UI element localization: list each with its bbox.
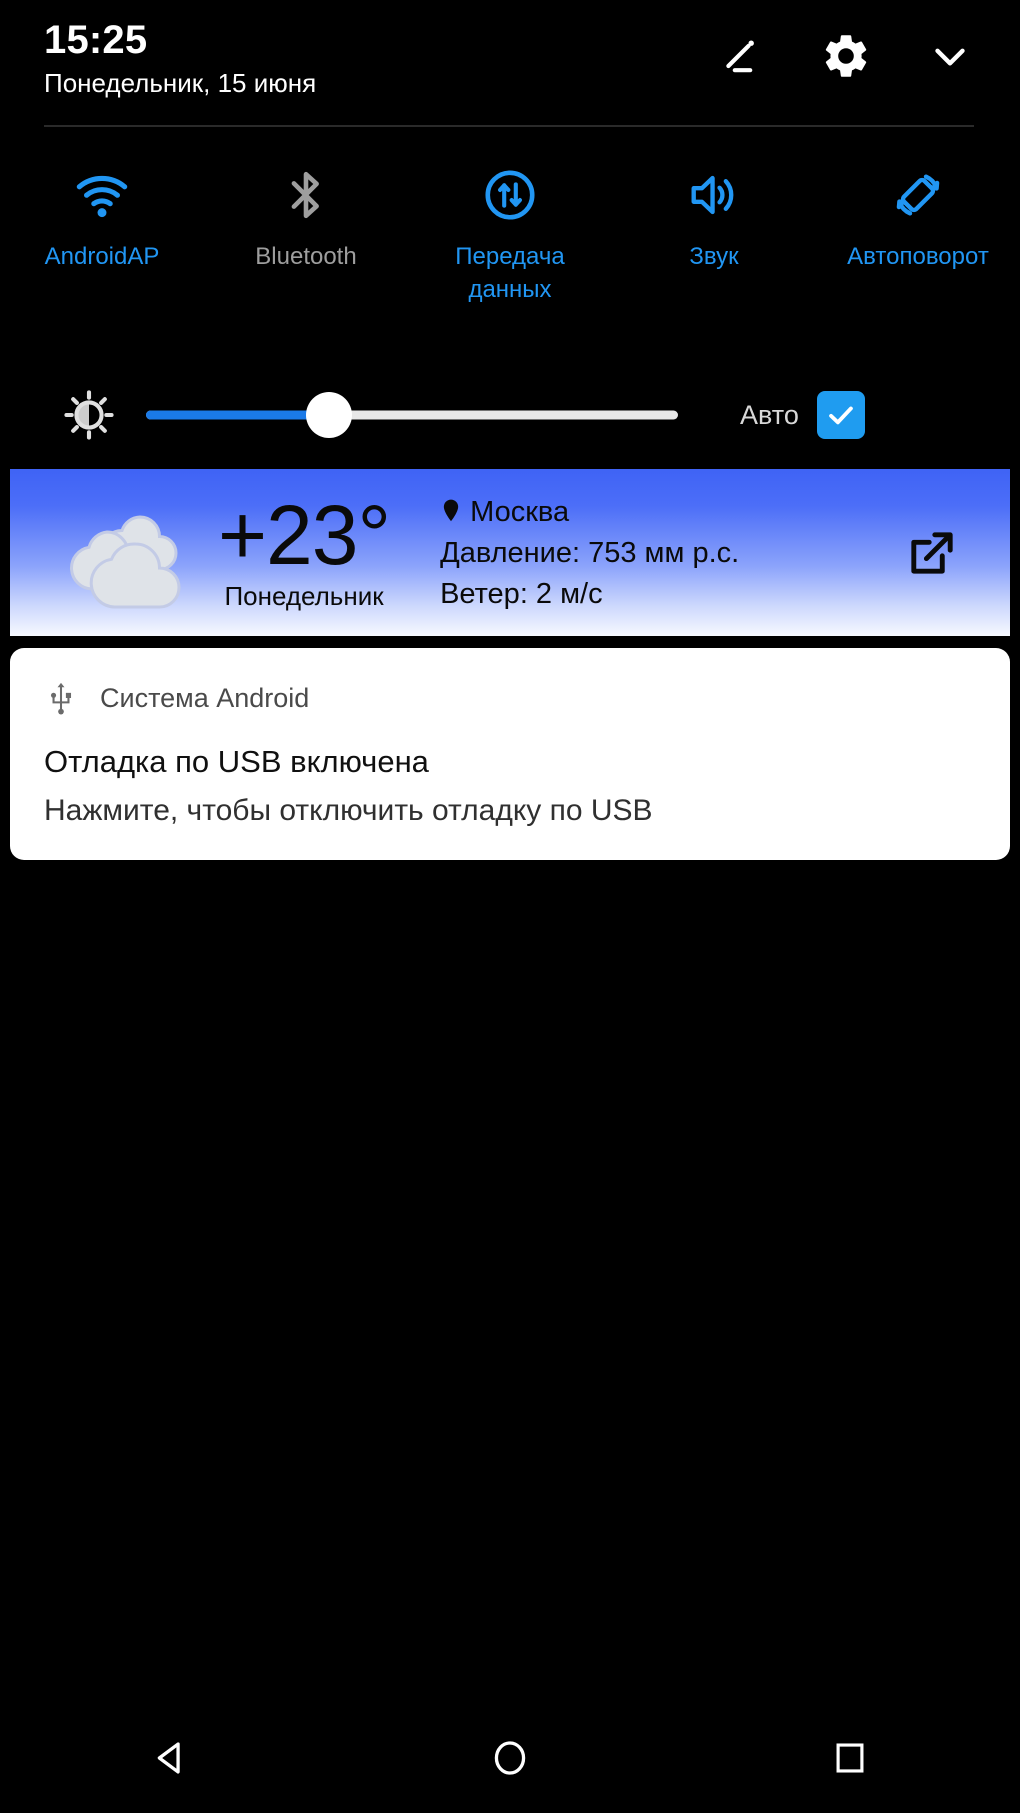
quick-tile-label: Передача данных (455, 243, 565, 303)
auto-rotate-icon (887, 164, 949, 226)
data-transfer-icon (479, 164, 541, 226)
quick-tile-wifi[interactable]: AndroidAP (0, 150, 204, 306)
weather-temperature-block: +23° Понедельник (218, 487, 391, 613)
checkmark-icon (829, 406, 853, 425)
header-actions (716, 0, 976, 82)
quick-tile-label: Bluetooth (255, 243, 357, 270)
chevron-down-icon[interactable] (924, 30, 976, 82)
bluetooth-icon (275, 164, 337, 226)
weather-wind: Ветер: 2 м/с (440, 577, 603, 610)
notification-header: Система Android (44, 676, 976, 720)
brightness-row: Авто (0, 378, 1020, 452)
navigation-bar (0, 1703, 1020, 1813)
weather-widget[interactable]: +23° Понедельник Москва Давление: 753 мм… (10, 469, 1010, 636)
shade-header: 15:25 Понедельник, 15 июня (0, 0, 1020, 126)
notification-app-name: Система Android (100, 683, 310, 713)
brightness-slider[interactable] (146, 392, 678, 438)
pencil-edit-icon[interactable] (716, 30, 768, 82)
quick-tile-bluetooth[interactable]: Bluetooth (204, 150, 408, 306)
clock-block[interactable]: 15:25 Понедельник, 15 июня (44, 0, 316, 98)
quick-settings-row: AndroidAP Bluetooth Передача данных Звук… (0, 150, 1020, 306)
notification-shade: 15:25 Понедельник, 15 июня AndroidAP Blu… (0, 0, 1020, 1813)
weather-city: Москва (470, 495, 570, 528)
external-link-icon[interactable] (902, 523, 962, 583)
back-triangle-icon[interactable] (110, 1718, 230, 1798)
notification-card[interactable]: Система Android Отладка по USB включена … (10, 648, 1010, 860)
volume-icon (683, 164, 745, 226)
quick-tile-label: AndroidAP (44, 243, 160, 270)
notification-body: Нажмите, чтобы отключить отладку по USB (44, 794, 653, 827)
weather-details: Москва Давление: 753 мм р.с. Ветер: 2 м/… (440, 493, 739, 613)
clock-date: Понедельник, 15 июня (44, 68, 317, 98)
gear-icon[interactable] (820, 30, 872, 82)
quick-tile-sound[interactable]: Звук (612, 150, 816, 306)
slider-fill (146, 410, 332, 420)
auto-brightness-checkbox[interactable] (816, 391, 865, 439)
quick-tile-label: Звук (689, 243, 739, 270)
wifi-icon (71, 164, 133, 226)
brightness-sun-icon (58, 384, 120, 446)
auto-brightness-label: Авто (740, 399, 799, 430)
clock-time: 15:25 (44, 18, 148, 62)
slider-thumb[interactable] (306, 392, 352, 438)
usb-icon (44, 679, 78, 717)
weather-temperature: +23° (218, 487, 391, 582)
notification-title: Отладка по USB включена (44, 744, 429, 779)
header-divider (44, 125, 974, 127)
weather-day: Понедельник (224, 580, 384, 611)
home-circle-icon[interactable] (450, 1718, 570, 1798)
quick-tile-label: Автоповорот (847, 243, 989, 270)
weather-pressure: Давление: 753 мм р.с. (440, 536, 740, 569)
auto-brightness-group[interactable]: Авто (740, 391, 865, 439)
location-pin-icon (443, 499, 459, 521)
overcast-cloud-icon (48, 488, 208, 618)
weather-city-row: Москва (440, 493, 739, 531)
quick-tile-mobile-data[interactable]: Передача данных (408, 150, 612, 306)
recents-square-icon[interactable] (790, 1718, 910, 1798)
quick-tile-auto-rotate[interactable]: Автоповорот (816, 150, 1020, 306)
